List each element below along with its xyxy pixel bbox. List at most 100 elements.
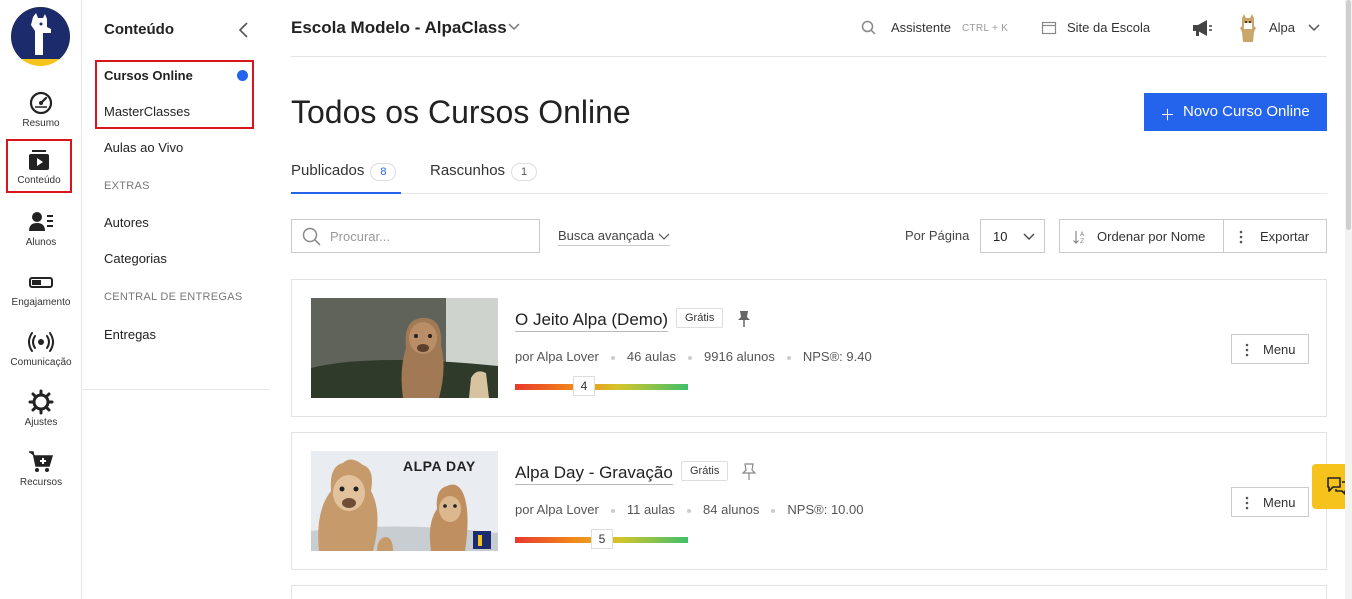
tab-rascunhos[interactable]: Rascunhos 1 xyxy=(430,162,538,194)
plus-icon: ＋ xyxy=(1160,107,1176,124)
per-page-value: 10 xyxy=(993,229,1008,244)
search-icon xyxy=(302,227,321,246)
course-card: ALPA DAY Alpa Day - Gravação Grátis por … xyxy=(291,432,1327,570)
per-page-select[interactable]: 10 xyxy=(980,219,1045,253)
search-icon xyxy=(861,20,876,35)
course-author: por Alpa Lover xyxy=(515,349,599,364)
rail-item-engajamento[interactable]: Engajamento xyxy=(0,263,82,319)
school-selector[interactable]: Escola Modelo - AlpaClass xyxy=(291,18,507,38)
course-nps: NPS®: 10.00 xyxy=(787,502,864,517)
app-root: Resumo Conteúdo Alunos Engajamento Comun… xyxy=(0,0,1352,599)
separator-dot xyxy=(687,508,692,513)
sidebar-item-masterclasses[interactable]: MasterClasses xyxy=(104,104,190,119)
course-card-partial xyxy=(291,585,1327,599)
kebab-icon xyxy=(1245,496,1249,510)
rail-item-alunos[interactable]: Alunos xyxy=(0,203,82,259)
logo-background xyxy=(11,7,70,59)
new-course-button[interactable]: ＋ Novo Curso Online xyxy=(1144,93,1327,131)
status-tabs: Publicados 8 Rascunhos 1 xyxy=(291,150,1327,194)
pin-outline-icon[interactable] xyxy=(742,463,756,481)
course-thumbnail[interactable]: ALPA DAY xyxy=(311,451,498,551)
rail-label: Resumo xyxy=(22,118,60,129)
course-students: 9916 alunos xyxy=(704,349,775,364)
school-site-label: Site da Escola xyxy=(1067,20,1151,35)
gear-icon xyxy=(28,389,54,415)
broadcast-icon xyxy=(28,332,54,352)
assistant-label: Assistente xyxy=(891,20,951,35)
rail-item-comunicacao[interactable]: Comunicação xyxy=(0,323,82,379)
assistant-shortcut: CTRL + K xyxy=(962,23,1009,34)
thumbnail-title: ALPA DAY xyxy=(403,458,476,474)
tab-publicados[interactable]: Publicados 8 xyxy=(291,162,401,194)
rail-item-resumo[interactable]: Resumo xyxy=(0,84,82,140)
tab-label: Publicados xyxy=(291,162,365,179)
top-bar: Escola Modelo - AlpaClass Assistente CTR… xyxy=(291,0,1327,57)
separator-dot xyxy=(688,355,692,360)
count-badge: 8 xyxy=(370,163,397,181)
separator-dot xyxy=(786,355,791,360)
course-thumbnail[interactable] xyxy=(311,298,498,398)
menu-label: Menu xyxy=(1263,495,1296,510)
pin-icon[interactable] xyxy=(737,310,751,328)
export-button[interactable]: Exportar xyxy=(1224,219,1327,253)
score-marker: 4 xyxy=(573,376,595,396)
cart-plus-icon xyxy=(29,451,54,472)
sidebar-item-aulas-ao-vivo[interactable]: Aulas ao Vivo xyxy=(104,140,183,155)
new-course-label: Novo Curso Online xyxy=(1183,103,1310,120)
price-badge: Grátis xyxy=(676,308,724,328)
order-label: Ordenar por Nome xyxy=(1097,229,1206,244)
order-by-name-button[interactable]: A Z Ordenar por Nome xyxy=(1059,219,1224,253)
chevron-down-icon xyxy=(1308,24,1320,32)
user-name: Alpa xyxy=(1269,20,1296,35)
sidebar-title: Conteúdo xyxy=(104,21,174,38)
course-title[interactable]: Alpa Day - Gravação xyxy=(515,463,673,485)
rail-label: Comunicação xyxy=(10,357,72,368)
course-meta: por Alpa Lover 11 aulas 84 alunos NPS®: 10.… xyxy=(515,502,864,517)
sidebar-item-cursos-online[interactable]: Cursos Online xyxy=(104,68,193,83)
chevron-left-icon[interactable] xyxy=(235,20,253,40)
toggle-icon xyxy=(29,277,53,288)
course-card: O Jeito Alpa (Demo) Grátis por Alpa Love… xyxy=(291,279,1327,417)
sidebar-item-autores[interactable]: Autores xyxy=(104,215,149,230)
active-indicator-dot xyxy=(237,70,248,81)
sidebar-item-categorias[interactable]: Categorias xyxy=(104,251,167,266)
alpaca-logo-icon xyxy=(31,13,51,55)
course-lessons: 11 aulas xyxy=(626,502,676,517)
rail-item-conteudo[interactable]: Conteúdo xyxy=(6,139,72,193)
tab-label: Rascunhos xyxy=(430,162,506,179)
menu-label: Menu xyxy=(1263,342,1296,357)
video-stack-icon xyxy=(29,150,49,170)
avatar xyxy=(1240,14,1256,42)
score-gradient-bar: 5 xyxy=(515,529,688,549)
course-menu-button[interactable]: Menu xyxy=(1231,334,1309,364)
chevron-down-icon[interactable] xyxy=(507,22,521,32)
course-menu-button[interactable]: Menu xyxy=(1231,487,1309,517)
alpaca-photo-image xyxy=(311,298,498,398)
page-scrollbar[interactable] xyxy=(1345,0,1352,599)
gauge-icon xyxy=(29,91,53,115)
sidebar-item-entregas[interactable]: Entregas xyxy=(104,327,156,342)
advanced-search-toggle[interactable]: Busca avançada xyxy=(558,228,671,246)
scrollbar-thumb[interactable] xyxy=(1346,0,1351,230)
export-label: Exportar xyxy=(1260,229,1310,244)
course-students: 84 alunos xyxy=(703,502,760,517)
search-input[interactable] xyxy=(330,227,530,245)
course-title[interactable]: O Jeito Alpa (Demo) xyxy=(515,310,669,332)
rail-item-ajustes[interactable]: Ajustes xyxy=(0,383,82,439)
sidebar-section-extras: EXTRAS xyxy=(104,180,150,192)
score-marker: 5 xyxy=(591,529,613,549)
content-sidebar: Conteúdo Cursos Online MasterClasses Aul… xyxy=(83,0,269,390)
rail-item-recursos[interactable]: Recursos xyxy=(0,443,82,499)
rail-label: Ajustes xyxy=(24,417,58,428)
score-gradient-bar: 4 xyxy=(515,376,688,396)
per-page-label: Por Página xyxy=(905,228,970,243)
svg-text:A: A xyxy=(1080,231,1085,238)
school-logo[interactable] xyxy=(11,7,70,66)
rail-label: Conteúdo xyxy=(17,175,61,186)
course-lessons: 46 aulas xyxy=(626,349,676,364)
megaphone-icon[interactable] xyxy=(1191,19,1213,37)
svg-text:Z: Z xyxy=(1080,238,1084,245)
sidebar-section-central: CENTRAL DE ENTREGAS xyxy=(104,291,243,303)
course-nps: NPS®: 9.40 xyxy=(802,349,872,364)
user-menu[interactable]: Alpa xyxy=(1237,14,1320,47)
